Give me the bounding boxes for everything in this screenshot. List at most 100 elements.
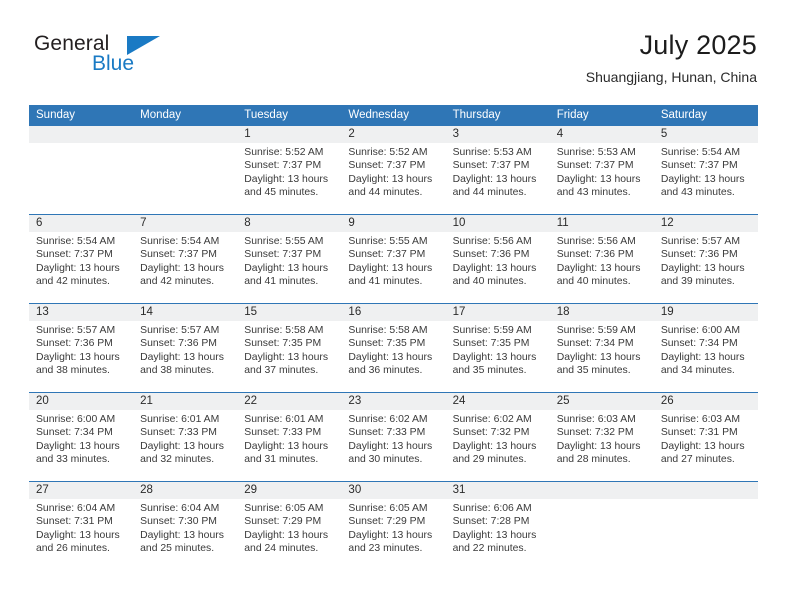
day-number: 26 [653,393,758,410]
day-daylight-b-text: and 23 minutes. [348,542,423,554]
calendar-day-cell-empty [549,482,654,570]
day-sun-info [133,143,237,146]
calendar-day-cell[interactable]: 22 Sunrise: 6:01 AM Sunset: 7:33 PM Dayligh… [237,393,342,481]
calendar-day-cell[interactable]: 27 Sunrise: 6:04 AM Sunset: 7:31 PM Dayligh… [29,482,134,570]
day-sunrise-text: Sunrise: 5:55 AM [244,236,324,247]
day-sunset-text: Sunset: 7:34 PM [556,338,634,350]
calendar-day-cell[interactable]: 7 Sunrise: 5:54 AM Sunset: 7:37 PM Daylight… [133,215,238,303]
day-sunset-text: Sunset: 7:37 PM [244,160,322,172]
day-sun-info: Sunrise: 6:01 AM Sunset: 7:33 PM Daylight:… [133,410,237,466]
day-sun-info: Sunrise: 5:57 AM Sunset: 7:36 PM Daylight:… [133,321,237,377]
calendar-day-cell[interactable]: 15 Sunrise: 5:58 AM Sunset: 7:35 PM Dayligh… [237,304,342,392]
day-sunrise-text: Sunrise: 5:54 AM [36,236,116,247]
day-daylight-b-text: and 22 minutes. [452,542,527,554]
day-sun-info: Sunrise: 5:56 AM Sunset: 7:36 PM Daylight:… [446,232,550,288]
day-daylight-b-text: and 44 minutes. [348,186,423,198]
day-daylight-b-text: and 45 minutes. [244,186,319,198]
calendar-day-cell[interactable]: 29 Sunrise: 6:05 AM Sunset: 7:29 PM Dayligh… [237,482,342,570]
day-daylight-a-text: Daylight: 13 hours [36,351,120,363]
calendar-week-row: 1 Sunrise: 5:52 AM Sunset: 7:37 PM Daylight… [29,126,758,214]
calendar-day-cell[interactable]: 28 Sunrise: 6:04 AM Sunset: 7:30 PM Dayligh… [133,482,238,570]
day-sunrise-text: Sunrise: 6:01 AM [244,414,324,425]
day-daylight-b-text: and 40 minutes. [556,275,631,287]
calendar-week-row: 20 Sunrise: 6:00 AM Sunset: 7:34 PM Dayligh… [29,392,758,481]
calendar-day-cell[interactable]: 11 Sunrise: 5:56 AM Sunset: 7:36 PM Dayligh… [549,215,654,303]
calendar-day-cell[interactable]: 4 Sunrise: 5:53 AM Sunset: 7:37 PM Daylight… [549,126,654,214]
day-daylight-a-text: Daylight: 13 hours [348,262,433,274]
day-sunset-text: Sunset: 7:30 PM [140,516,217,528]
day-number: 1 [237,126,342,143]
day-daylight-a-text: Daylight: 13 hours [660,173,745,185]
calendar-day-cell[interactable]: 5 Sunrise: 5:54 AM Sunset: 7:37 PM Daylight… [653,126,758,214]
calendar-day-cell[interactable]: 6 Sunrise: 5:54 AM Sunset: 7:37 PM Daylight… [29,215,134,303]
day-sunset-text: Sunset: 7:33 PM [348,427,426,439]
day-number: 13 [29,304,134,321]
day-sunrise-text: Sunrise: 6:01 AM [140,414,220,425]
calendar-day-cell[interactable]: 9 Sunrise: 5:55 AM Sunset: 7:37 PM Daylight… [341,215,446,303]
day-sunset-text: Sunset: 7:37 PM [556,160,634,172]
weekday-header-tuesday: Tuesday [244,109,288,121]
brand-logo[interactable]: General Blue [34,32,234,88]
calendar-day-cell[interactable]: 20 Sunrise: 6:00 AM Sunset: 7:34 PM Dayligh… [29,393,134,481]
day-sun-info: Sunrise: 5:57 AM Sunset: 7:36 PM Daylight:… [29,321,133,377]
calendar-day-cell[interactable]: 26 Sunrise: 6:03 AM Sunset: 7:31 PM Dayligh… [653,393,758,481]
day-sunrise-text: Sunrise: 6:06 AM [452,503,532,514]
day-sunrise-text: Sunrise: 5:54 AM [140,236,220,247]
calendar-day-cell[interactable]: 3 Sunrise: 5:53 AM Sunset: 7:37 PM Daylight… [445,126,550,214]
day-number: 30 [341,482,446,499]
calendar-day-cell[interactable]: 10 Sunrise: 5:56 AM Sunset: 7:36 PM Dayligh… [445,215,550,303]
day-sunset-text: Sunset: 7:35 PM [244,338,322,350]
calendar-day-cell[interactable]: 14 Sunrise: 5:57 AM Sunset: 7:36 PM Dayligh… [133,304,238,392]
day-daylight-b-text: and 38 minutes. [36,364,110,376]
day-sunset-text: Sunset: 7:33 PM [140,427,217,439]
day-number: 10 [445,215,550,232]
calendar-day-cell[interactable]: 31 Sunrise: 6:06 AM Sunset: 7:28 PM Dayligh… [445,482,550,570]
calendar-day-cell-empty [653,482,758,570]
calendar-day-cell[interactable]: 2 Sunrise: 5:52 AM Sunset: 7:37 PM Daylight… [341,126,446,214]
day-daylight-a-text: Daylight: 13 hours [244,529,329,541]
day-sunset-text: Sunset: 7:29 PM [244,516,322,528]
day-number: 25 [549,393,654,410]
calendar-day-cell-empty [29,126,134,214]
day-number: 14 [133,304,238,321]
calendar-week-row: 27 Sunrise: 6:04 AM Sunset: 7:31 PM Dayligh… [29,481,758,570]
day-sunrise-text: Sunrise: 6:03 AM [556,414,636,425]
day-sun-info [29,143,133,146]
day-daylight-b-text: and 42 minutes. [140,275,215,287]
day-daylight-b-text: and 25 minutes. [140,542,215,554]
day-number: 18 [549,304,654,321]
calendar-day-cell[interactable]: 13 Sunrise: 5:57 AM Sunset: 7:36 PM Dayligh… [29,304,134,392]
day-daylight-b-text: and 40 minutes. [452,275,527,287]
calendar-day-cell[interactable]: 24 Sunrise: 6:02 AM Sunset: 7:32 PM Dayligh… [445,393,550,481]
day-daylight-b-text: and 26 minutes. [36,542,110,554]
calendar-day-cell[interactable]: 1 Sunrise: 5:52 AM Sunset: 7:37 PM Daylight… [237,126,342,214]
calendar-day-cell[interactable]: 12 Sunrise: 5:57 AM Sunset: 7:36 PM Dayligh… [653,215,758,303]
day-sun-info: Sunrise: 5:57 AM Sunset: 7:36 PM Daylight:… [654,232,758,288]
title-block: July 2025 Shuangjiang, Hunan, China [586,28,757,87]
calendar-day-cell[interactable]: 8 Sunrise: 5:55 AM Sunset: 7:37 PM Daylight… [237,215,342,303]
day-number: 21 [133,393,238,410]
calendar-day-cell[interactable]: 17 Sunrise: 5:59 AM Sunset: 7:35 PM Dayligh… [445,304,550,392]
day-daylight-a-text: Daylight: 13 hours [36,262,120,274]
day-daylight-b-text: and 31 minutes. [244,453,319,465]
day-number: 3 [445,126,550,143]
calendar-day-cell[interactable]: 18 Sunrise: 5:59 AM Sunset: 7:34 PM Dayligh… [549,304,654,392]
day-sunrise-text: Sunrise: 5:53 AM [452,147,532,158]
calendar-day-cell[interactable]: 23 Sunrise: 6:02 AM Sunset: 7:33 PM Dayligh… [341,393,446,481]
day-sun-info: Sunrise: 5:54 AM Sunset: 7:37 PM Daylight:… [133,232,237,288]
day-number: 15 [237,304,342,321]
day-daylight-b-text: and 43 minutes. [660,186,735,198]
calendar-day-cell[interactable]: 19 Sunrise: 6:00 AM Sunset: 7:34 PM Dayligh… [653,304,758,392]
calendar-day-cell[interactable]: 16 Sunrise: 5:58 AM Sunset: 7:35 PM Dayligh… [341,304,446,392]
day-daylight-a-text: Daylight: 13 hours [348,173,433,185]
day-daylight-b-text: and 41 minutes. [348,275,423,287]
day-number [549,482,654,499]
day-daylight-b-text: and 34 minutes. [660,364,735,376]
day-sunrise-text: Sunrise: 5:58 AM [244,325,324,336]
day-sunset-text: Sunset: 7:36 PM [556,249,634,261]
day-daylight-b-text: and 32 minutes. [140,453,215,465]
day-sunset-text: Sunset: 7:32 PM [556,427,634,439]
calendar-day-cell[interactable]: 25 Sunrise: 6:03 AM Sunset: 7:32 PM Dayligh… [549,393,654,481]
calendar-day-cell[interactable]: 21 Sunrise: 6:01 AM Sunset: 7:33 PM Dayligh… [133,393,238,481]
calendar-day-cell[interactable]: 30 Sunrise: 6:05 AM Sunset: 7:29 PM Dayligh… [341,482,446,570]
